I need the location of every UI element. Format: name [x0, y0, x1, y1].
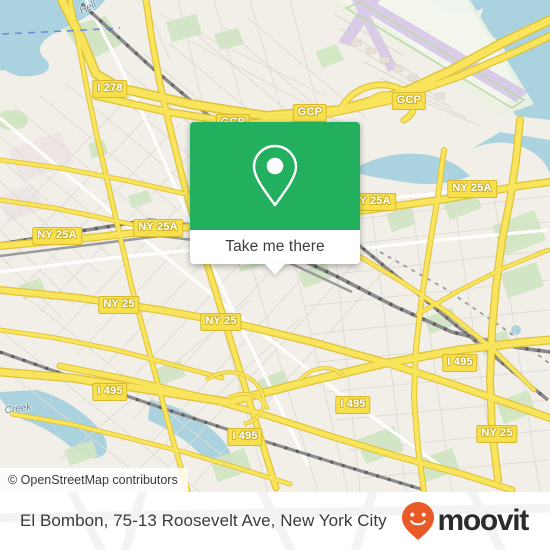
road-shield: I 495 — [92, 383, 128, 401]
place-title: El Bombon, 75-13 Roosevelt Ave, New York… — [20, 511, 387, 530]
map-pin-icon — [252, 144, 298, 207]
footer-bar: El Bombon, 75-13 Roosevelt Ave, New York… — [0, 492, 550, 550]
road-shield: NY 25A — [32, 227, 82, 245]
popup-pointer-tail — [264, 263, 286, 275]
road-shield: NY 25 — [476, 425, 518, 443]
road-shield: I 278 — [92, 80, 128, 98]
road-shield: NY 25 — [200, 313, 242, 331]
map-canvas[interactable]: I 278 GCP GCP GCP NY 25A NY 25A NY 25A N… — [0, 0, 550, 492]
moovit-pin-icon — [402, 502, 435, 540]
osm-attribution[interactable]: © OpenStreetMap contributors — [0, 468, 188, 492]
road-shield: I 495 — [227, 428, 263, 446]
road-shield: I 495 — [335, 396, 371, 414]
popup-icon-panel — [190, 122, 360, 230]
moovit-logo[interactable]: moovit — [401, 501, 529, 541]
road-shield: NY 25A — [133, 219, 183, 237]
road-shield: NY 25A — [447, 180, 497, 198]
road-shield: NY 25 — [98, 296, 140, 314]
road-shield: I 495 — [442, 354, 478, 372]
moovit-wordmark: moovit — [437, 504, 529, 537]
road-shield: GCP — [391, 92, 427, 110]
take-me-there-label: Take me there — [225, 238, 325, 255]
road-shield: GCP — [292, 104, 328, 122]
popup-action-bar[interactable]: Take me there — [190, 230, 360, 264]
destination-popup-card[interactable]: Take me there — [190, 122, 360, 275]
